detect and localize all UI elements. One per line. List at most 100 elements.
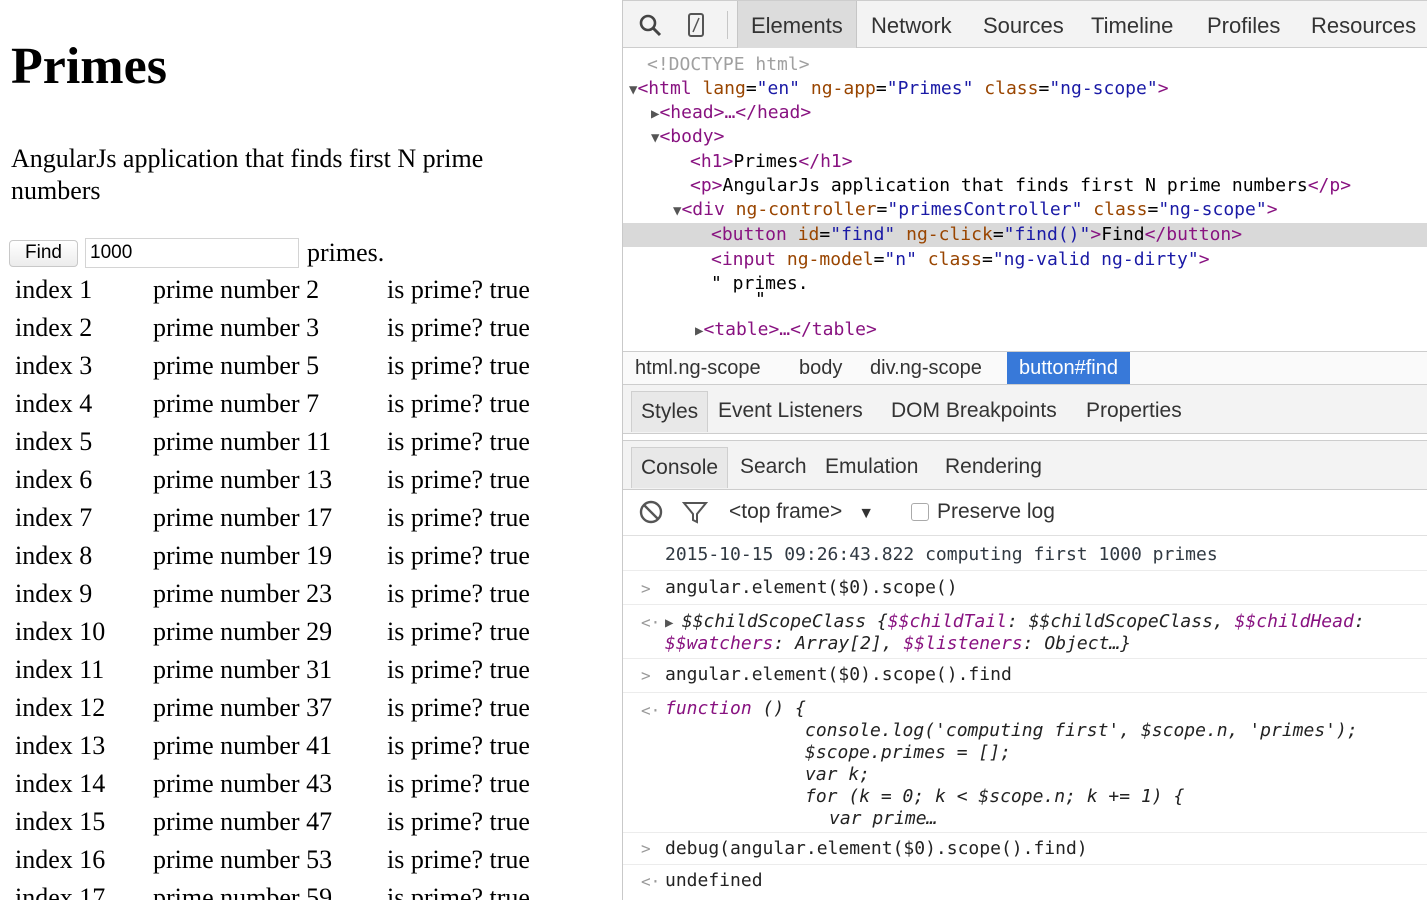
expanded-arrow-icon[interactable]: ▼ [623,203,681,219]
dom-node-h1[interactable]: <h1>Primes</h1> [623,150,1427,174]
is-prime-cell: is prime? true [387,427,530,456]
is-prime-cell: is prime? true [387,275,530,304]
tab-emulation[interactable]: Emulation [816,447,927,487]
console-result-object[interactable]: <· ▶ $$childScopeClass {$$childTail: $$c… [623,604,1427,659]
dom-node-doctype[interactable]: <!DOCTYPE html> [623,53,1427,77]
tab-elements[interactable]: Elements [737,1,857,48]
table-row: index 16 prime number 53 is prime? true [9,841,557,879]
frame-selector[interactable]: <top frame> ▼ [729,489,874,535]
prop-name: $$childTail [887,611,1007,632]
expand-object-icon[interactable]: ▶ [665,615,682,631]
find-button[interactable]: Find [9,239,78,267]
index-cell: index 14 [15,769,106,798]
tab-search[interactable]: Search [731,447,816,487]
is-prime-cell: is prime? true [387,883,530,900]
function-body-line: console.log('computing first', $scope.n,… [805,720,1358,741]
prime-cell: prime number 59 [153,883,333,900]
h1-close-tag: </h1> [798,151,853,172]
tab-styles[interactable]: Styles [631,391,709,432]
expanded-arrow-icon[interactable]: ▼ [623,82,637,98]
body-tag: <body> [659,126,725,147]
tab-sources[interactable]: Sources [970,1,1077,48]
breadcrumb-button-find[interactable]: button#find [1007,352,1130,384]
page-title: Primes [11,38,167,95]
console-command[interactable]: > angular.element($0).scope() [623,570,1427,605]
dom-node-p[interactable]: <p>AngularJs application that finds firs… [623,174,1427,198]
dom-node-head[interactable]: ▶<head>…</head> [623,101,1427,125]
collapsed-arrow-icon[interactable]: ▶ [623,323,703,339]
app-page: Primes AngularJs application that finds … [0,0,622,900]
frame-selector-label: <top frame> [729,500,843,523]
console-result-function[interactable]: <· function () { console.log('computing … [623,692,1427,833]
attr-name: class [1093,199,1148,220]
tab-dom-breakpoints[interactable]: DOM Breakpoints [882,391,1066,431]
attr-name: id [797,224,820,245]
breadcrumb-div[interactable]: div.ng-scope [858,352,994,384]
function-body-line: for (k = 0; k < $scope.n; k += 1) { [805,786,1185,807]
prime-cell: prime number 2 [153,275,320,304]
html-tag: <html [637,78,692,99]
n-input[interactable] [85,238,299,268]
is-prime-cell: is prime? true [387,389,530,418]
table-tag: <table>…</table> [703,319,877,340]
tab-resources[interactable]: Resources [1298,1,1427,48]
index-cell: index 11 [15,655,105,684]
tab-console[interactable]: Console [631,447,729,488]
console-command[interactable]: > angular.element($0).scope().find [623,658,1427,693]
index-cell: index 2 [15,313,93,342]
tab-profiles[interactable]: Profiles [1194,1,1293,48]
table-row: index 6 prime number 13 is prime? true [9,461,557,499]
attr-name: class [927,249,982,270]
dom-node-table[interactable]: ▶<table>…</table> [623,318,1427,342]
console-command[interactable]: > debug(angular.element($0).scope().find… [623,832,1427,865]
dom-node-div[interactable]: ▼<div ng-controller="primesController" c… [623,198,1427,222]
attr-name: class [984,78,1039,99]
tab-rendering[interactable]: Rendering [936,447,1051,487]
doctype-text: <!DOCTYPE html> [647,54,810,75]
page-description: AngularJs application that finds first N… [11,144,484,205]
dom-node-button-selected[interactable]: <button id="find" ng-click="find()">Find… [623,223,1427,247]
index-cell: index 15 [15,807,106,836]
filter-icon[interactable] [681,489,709,535]
tab-network[interactable]: Network [858,1,965,48]
attr-value: "ng-valid ng-dirty" [992,249,1199,270]
console-result-undefined: <· undefined [623,864,1427,898]
dom-tree: <!DOCTYPE html> ▼<html lang="en" ng-app=… [623,50,1427,350]
device-mode-icon[interactable] [683,1,709,49]
preserve-log-toggle[interactable]: Preserve log [911,489,1055,535]
tab-timeline[interactable]: Timeline [1078,1,1186,48]
head-tag: <head>…</head> [659,102,812,123]
search-icon[interactable] [635,1,665,49]
clear-console-icon[interactable] [639,489,663,535]
is-prime-cell: is prime? true [387,351,530,380]
breadcrumb-html[interactable]: html.ng-scope [623,352,773,384]
primes-table: index 1 prime number 2 is prime? true index… [9,271,557,900]
dom-node-body[interactable]: ▼<body> [623,125,1427,149]
expanded-arrow-icon[interactable]: ▼ [623,130,659,146]
preserve-log-checkbox[interactable] [911,503,929,522]
button-text: Find [1101,224,1145,245]
tab-properties[interactable]: Properties [1077,391,1191,431]
prime-cell: prime number 11 [153,427,332,456]
command-text: debug(angular.element($0).scope().find) [665,838,1088,859]
prime-cell: prime number 3 [153,313,320,342]
index-cell: index 3 [15,351,93,380]
breadcrumb-body[interactable]: body [787,352,854,384]
result-arrow-icon: <· [641,701,661,720]
text-node-quote: " [755,289,766,310]
attr-name: ng-app [810,78,876,99]
tab-event-listeners[interactable]: Event Listeners [709,391,872,431]
result-arrow-icon: <· [641,872,661,891]
collapsed-arrow-icon[interactable]: ▶ [623,106,659,122]
breadcrumb: html.ng-scope body div.ng-scope button#f… [623,351,1427,385]
prop-name: $$childHead [1234,611,1354,632]
attr-name: ng-model [786,249,874,270]
table-row: index 14 prime number 43 is prime? true [9,765,557,803]
prime-cell: prime number 47 [153,807,333,836]
table-row: index 15 prime number 47 is prime? true [9,803,557,841]
prime-cell: prime number 5 [153,351,320,380]
dom-node-input[interactable]: <input ng-model="n" class="ng-valid ng-d… [623,248,1427,272]
input-prompt-icon: > [641,579,651,598]
dom-node-html[interactable]: ▼<html lang="en" ng-app="Primes" class="… [623,77,1427,101]
function-keyword: function [665,698,752,719]
